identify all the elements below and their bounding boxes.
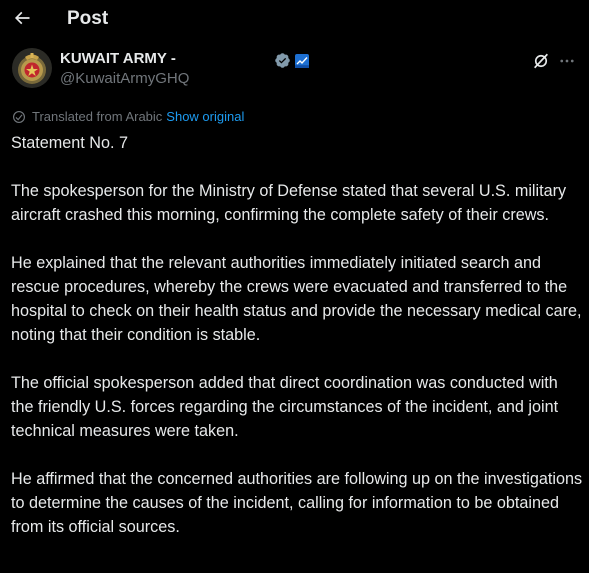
author-badges bbox=[274, 52, 309, 69]
author-display-name[interactable]: KUWAIT ARMY - bbox=[60, 50, 189, 68]
affiliate-flag-icon[interactable] bbox=[295, 53, 309, 68]
author-handle[interactable]: @KuwaitArmyGHQ bbox=[60, 69, 189, 89]
post-paragraph: The spokesperson for the Ministry of Def… bbox=[11, 182, 567, 224]
more-options-icon[interactable] bbox=[558, 52, 576, 70]
back-button[interactable] bbox=[8, 4, 36, 32]
government-verified-badge-icon[interactable] bbox=[274, 52, 291, 69]
show-original-link[interactable]: Show original bbox=[166, 109, 244, 125]
translated-from-label: Translated from Arabic bbox=[32, 109, 163, 124]
post-paragraph: The official spokesperson added that dir… bbox=[11, 374, 559, 440]
post-paragraph-heading: Statement No. 7 bbox=[11, 134, 128, 152]
translate-globe-icon bbox=[13, 111, 25, 123]
army-emblem-icon bbox=[12, 48, 52, 88]
grok-icon[interactable] bbox=[532, 52, 550, 70]
page-title: Post bbox=[67, 8, 109, 29]
post-body: Statement No. 7 The spokesperson for the… bbox=[11, 131, 583, 539]
grok-button[interactable] bbox=[530, 50, 552, 72]
page-header: Post bbox=[0, 0, 589, 40]
avatar[interactable] bbox=[12, 48, 52, 88]
more-options-button[interactable] bbox=[556, 50, 578, 72]
author-names: KUWAIT ARMY - @KuwaitArmyGHQ bbox=[60, 50, 189, 89]
post-paragraph: He affirmed that the concerned authoriti… bbox=[11, 470, 583, 536]
back-arrow-icon[interactable] bbox=[12, 8, 32, 28]
post-paragraph: He explained that the relevant authoriti… bbox=[11, 254, 582, 344]
post-author-row: KUWAIT ARMY - @KuwaitArmyGHQ bbox=[12, 48, 580, 92]
translation-notice: Translated from Arabic Show original bbox=[12, 108, 244, 126]
